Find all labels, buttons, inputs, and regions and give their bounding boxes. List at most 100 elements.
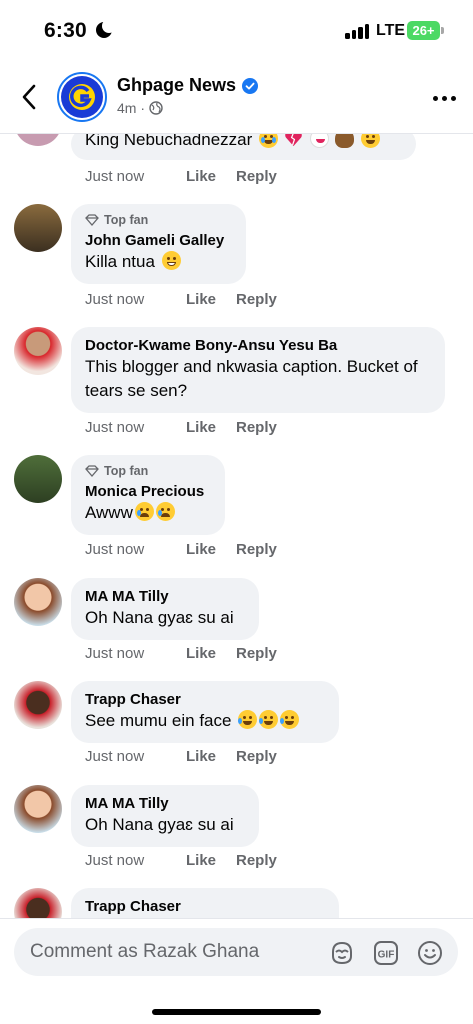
diamond-icon bbox=[85, 214, 99, 226]
comment-bubble[interactable]: MA MA Tilly Oh Nana gyaɛ su ai bbox=[71, 578, 259, 640]
comment-text: King Nebuchadnezzar bbox=[85, 134, 253, 149]
comment-bubble[interactable]: Doctor-Kwame Bony-Ansu Yesu Ba This blog… bbox=[71, 327, 445, 413]
comment-author[interactable]: Monica Precious bbox=[85, 482, 211, 501]
badge-label: Top fan bbox=[104, 464, 149, 478]
comment-input[interactable] bbox=[30, 928, 320, 976]
avatar[interactable] bbox=[14, 327, 62, 375]
avatar[interactable] bbox=[14, 134, 62, 146]
comment-text-value: Killa ntua bbox=[85, 252, 155, 271]
comment-author[interactable]: Trapp Chaser bbox=[85, 690, 325, 709]
comment-author[interactable]: MA MA Tilly bbox=[85, 794, 245, 813]
poop-icon bbox=[335, 134, 355, 148]
avatar[interactable] bbox=[14, 204, 62, 252]
like-button[interactable]: Like bbox=[186, 168, 222, 185]
avatar[interactable] bbox=[14, 681, 62, 729]
comment-actions: Just now Like Reply bbox=[85, 541, 277, 558]
comment-time: Just now bbox=[85, 645, 145, 662]
like-button[interactable]: Like bbox=[186, 291, 222, 308]
comment-text: Oh Nana gyaɛ su ai bbox=[85, 815, 234, 834]
like-button[interactable]: Like bbox=[186, 852, 222, 869]
avatar[interactable] bbox=[14, 785, 62, 833]
comment-time: Just now bbox=[85, 748, 145, 765]
laughing-face-icon bbox=[238, 710, 258, 729]
comment-bubble[interactable]: Top fan John Gameli Galley Killa ntua bbox=[71, 204, 246, 284]
post-header: Ghpage News 4m · bbox=[0, 64, 473, 134]
comment-composer: GIF bbox=[0, 918, 473, 1024]
comment-author[interactable]: Doctor-Kwame Bony-Ansu Yesu Ba bbox=[85, 336, 431, 355]
network-label: LTE bbox=[376, 22, 406, 39]
avatar[interactable] bbox=[14, 455, 62, 503]
more-options-button[interactable] bbox=[428, 88, 460, 108]
clown-face-icon bbox=[309, 134, 329, 148]
moon-icon bbox=[96, 19, 116, 38]
comment-time: Just now bbox=[85, 541, 145, 558]
crying-face-icon bbox=[134, 502, 154, 521]
post-time: 4m · bbox=[117, 100, 145, 116]
like-button[interactable]: Like bbox=[186, 419, 222, 436]
page-avatar[interactable] bbox=[57, 72, 107, 122]
reply-button[interactable]: Reply bbox=[236, 645, 277, 662]
avatar[interactable] bbox=[14, 888, 62, 918]
top-fan-badge: Top fan bbox=[85, 213, 232, 227]
top-fan-badge: Top fan bbox=[85, 464, 211, 478]
svg-text:GIF: GIF bbox=[378, 950, 395, 961]
comment-actions: Just now Like Reply bbox=[85, 291, 277, 308]
comment-text: This blogger and nkwasia caption. Bucket… bbox=[85, 357, 418, 400]
comment-bubble[interactable]: Top fan Monica Precious Awww bbox=[71, 455, 225, 535]
comment-actions: Just now Like Reply bbox=[85, 748, 277, 765]
comment-box[interactable]: GIF bbox=[14, 928, 458, 976]
gif-icon[interactable]: GIF bbox=[373, 940, 399, 966]
battery-cap bbox=[441, 27, 444, 34]
signal-icon bbox=[345, 23, 371, 39]
comment-time: Just now bbox=[85, 419, 145, 436]
back-button[interactable] bbox=[14, 80, 44, 114]
grinning-face-icon bbox=[161, 251, 181, 270]
like-button[interactable]: Like bbox=[186, 645, 222, 662]
like-button[interactable]: Like bbox=[186, 748, 222, 765]
diamond-icon bbox=[85, 465, 99, 477]
reply-button[interactable]: Reply bbox=[236, 852, 277, 869]
broken-heart-icon bbox=[285, 134, 302, 147]
home-indicator bbox=[152, 1009, 321, 1015]
page-name[interactable]: Ghpage News bbox=[117, 75, 236, 96]
globe-icon bbox=[149, 101, 163, 115]
reply-button[interactable]: Reply bbox=[236, 541, 277, 558]
like-button[interactable]: Like bbox=[186, 541, 222, 558]
dot bbox=[432, 95, 438, 101]
reply-button[interactable]: Reply bbox=[236, 419, 277, 436]
status-bar: 6:30 LTE 26+ bbox=[0, 0, 473, 64]
ghpage-logo-icon bbox=[61, 76, 103, 118]
reply-button[interactable]: Reply bbox=[236, 168, 277, 185]
comment-time: Just now bbox=[85, 291, 145, 308]
laughing-face-icon bbox=[360, 134, 380, 148]
post-meta: 4m · bbox=[117, 100, 163, 116]
comment-author[interactable]: John Gameli Galley bbox=[85, 231, 232, 250]
comment-actions: Just now Like Reply bbox=[85, 852, 277, 869]
emoji-icon[interactable] bbox=[417, 940, 443, 966]
badge-label: Top fan bbox=[104, 213, 149, 227]
comment-time: Just now bbox=[85, 168, 145, 185]
comment-bubble[interactable]: Trapp Chaser bbox=[71, 888, 339, 918]
comment-author[interactable]: MA MA Tilly bbox=[85, 587, 245, 606]
dot bbox=[450, 95, 456, 101]
comment-bubble[interactable]: Trapp Chaser See mumu ein face bbox=[71, 681, 339, 743]
comment-text: Awww bbox=[85, 501, 211, 525]
verified-badge-icon bbox=[242, 78, 258, 94]
comment-bubble[interactable]: King Nebuchadnezzar bbox=[71, 134, 416, 160]
avatar-sticker-icon[interactable] bbox=[329, 940, 355, 966]
dot bbox=[441, 95, 447, 101]
comment-list[interactable]: King Nebuchadnezzar Just now Like Reply … bbox=[0, 134, 473, 918]
comment-text: Oh Nana gyaɛ su ai bbox=[85, 608, 234, 627]
status-time: 6:30 bbox=[44, 19, 87, 42]
laughing-face-icon bbox=[280, 710, 300, 729]
comment-author[interactable]: Trapp Chaser bbox=[85, 897, 325, 916]
avatar[interactable] bbox=[14, 578, 62, 626]
comment-text: See mumu ein face bbox=[85, 709, 325, 733]
comment-actions: Just now Like Reply bbox=[85, 419, 277, 436]
comment-bubble[interactable]: MA MA Tilly Oh Nana gyaɛ su ai bbox=[71, 785, 259, 847]
battery-icon: 26+ bbox=[407, 21, 440, 40]
reply-button[interactable]: Reply bbox=[236, 291, 277, 308]
reply-button[interactable]: Reply bbox=[236, 748, 277, 765]
comment-text-value: Awww bbox=[85, 503, 133, 522]
comment-text: Killa ntua bbox=[85, 250, 232, 274]
